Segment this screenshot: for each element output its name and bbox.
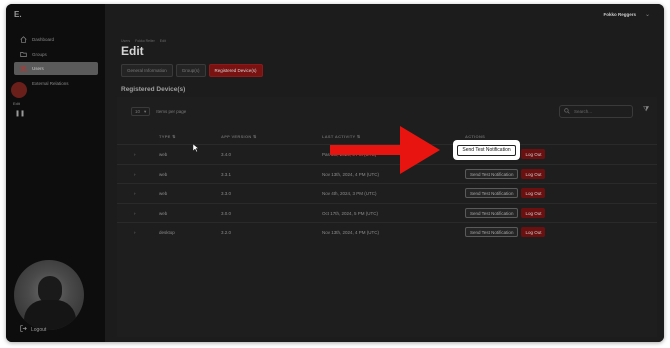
- cell-app-version: 3.2.0: [221, 229, 232, 235]
- highlighted-send-test-notification-button[interactable]: Send Test Notification: [454, 141, 519, 159]
- expand-row-icon[interactable]: ›: [134, 191, 136, 196]
- breadcrumb-item[interactable]: Users: [121, 39, 130, 43]
- search-input[interactable]: Search...: [559, 105, 633, 118]
- log-out-button[interactable]: Log Out: [521, 169, 546, 179]
- log-out-button[interactable]: Log Out: [521, 149, 546, 159]
- log-out-button[interactable]: Log Out: [521, 227, 546, 237]
- pause-icon[interactable]: ❚❚: [15, 110, 25, 117]
- per-page-select[interactable]: 10 ▾: [131, 107, 151, 116]
- sidebar-item-label: Users: [32, 66, 44, 71]
- app-logo: E.: [14, 10, 22, 19]
- table-row: › web 3.0.0 Oct 17th, 2024, 5 PM (UTC) S…: [117, 203, 657, 222]
- chevron-down-icon[interactable]: ⌄: [645, 11, 650, 18]
- cell-last-activity: Nov 4th, 2024, 3 PM (UTC): [322, 190, 377, 196]
- log-out-button[interactable]: Log Out: [521, 188, 546, 198]
- sidebar: E. Dashboard Groups Users External Relat…: [6, 4, 105, 342]
- cell-app-version: 3.3.1: [221, 171, 232, 177]
- cell-type: web: [159, 190, 168, 196]
- sidebar-item-groups[interactable]: Groups: [14, 48, 98, 61]
- table-row: › desktop 3.2.0 Nov 13th, 2024, 4 PM (UT…: [117, 222, 657, 241]
- sidebar-item-label: External Relations: [32, 80, 69, 86]
- breadcrumb-item[interactable]: Fokko Reller: [135, 39, 155, 43]
- logout-icon: [20, 325, 27, 334]
- chevron-down-icon: ▾: [144, 108, 147, 114]
- tab-general-information[interactable]: General Information: [121, 64, 173, 77]
- breadcrumb: Users Fokko Reller Edit: [121, 39, 166, 43]
- send-test-notification-button[interactable]: Send Test Notification: [465, 169, 519, 179]
- user-name[interactable]: Fokko Reggers: [603, 12, 636, 17]
- collapse-label: Edit: [13, 101, 20, 106]
- cell-type: web: [159, 171, 168, 177]
- cell-last-activity: Oct 17th, 2024, 5 PM (UTC): [322, 210, 379, 216]
- column-header-app-version[interactable]: APP VERSION ⇅: [221, 134, 257, 139]
- cell-type: desktop: [159, 229, 175, 235]
- mouse-cursor-icon: [193, 144, 199, 152]
- page-title: Edit: [121, 44, 144, 58]
- per-page-value: 10: [135, 109, 141, 114]
- expand-row-icon[interactable]: ›: [134, 230, 136, 235]
- cell-app-version: 3.4.0: [221, 151, 232, 157]
- highlighted-button-label: Send Test Notification: [457, 144, 516, 156]
- breadcrumb-item: Edit: [159, 39, 166, 43]
- tab-bar: General Information Group(s) Registered …: [121, 64, 263, 77]
- cell-type: web: [159, 151, 168, 157]
- column-header-actions: ACTIONS: [465, 133, 486, 139]
- tab-registered-devices[interactable]: Registered Device(s): [208, 64, 263, 77]
- filter-icon[interactable]: ⧩: [643, 106, 649, 114]
- collapse-toggle-button[interactable]: [11, 82, 27, 98]
- expand-row-icon[interactable]: ›: [134, 172, 136, 177]
- cell-type: web: [159, 210, 168, 216]
- send-test-notification-button[interactable]: Send Test Notification: [465, 208, 519, 218]
- annotation-arrow-icon: [330, 126, 440, 174]
- sidebar-item-label: Groups: [32, 51, 47, 57]
- sidebar-item-users[interactable]: Users: [14, 62, 98, 75]
- logout-label: Logout: [31, 326, 47, 333]
- cell-app-version: 3.3.0: [221, 190, 232, 196]
- search-icon: [564, 108, 570, 115]
- sidebar-item-dashboard[interactable]: Dashboard: [14, 33, 98, 46]
- expand-row-icon[interactable]: ›: [134, 211, 136, 216]
- folder-icon: [19, 50, 27, 58]
- send-test-notification-button[interactable]: Send Test Notification: [465, 188, 519, 198]
- home-icon: [19, 36, 27, 44]
- search-placeholder: Search...: [574, 109, 593, 114]
- sidebar-item-label: Dashboard: [32, 37, 55, 42]
- per-page-label: Items per page: [156, 109, 187, 114]
- log-out-button[interactable]: Log Out: [521, 208, 546, 218]
- table-row: › web 3.3.0 Nov 4th, 2024, 3 PM (UTC) Se…: [117, 183, 657, 202]
- cell-last-activity: Nov 13th, 2024, 4 PM (UTC): [322, 229, 380, 235]
- users-icon: [19, 65, 27, 73]
- expand-row-icon[interactable]: ›: [134, 152, 136, 157]
- per-page-control: 10 ▾ Items per page: [131, 107, 186, 116]
- cell-app-version: 3.0.0: [221, 210, 232, 216]
- section-title: Registered Device(s): [121, 86, 186, 93]
- tab-groups[interactable]: Group(s): [175, 64, 206, 77]
- webcam-overlay: [14, 260, 84, 330]
- logout-link[interactable]: Logout: [20, 325, 46, 334]
- column-header-type[interactable]: TYPE ⇅: [159, 134, 176, 139]
- sidebar-nav: Dashboard Groups Users External Relation…: [14, 33, 98, 91]
- send-test-notification-button[interactable]: Send Test Notification: [465, 227, 519, 237]
